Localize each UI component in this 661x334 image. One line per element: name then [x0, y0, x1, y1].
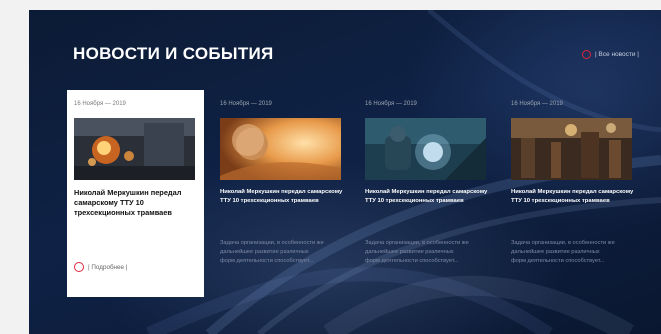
more-link[interactable]: | Подробнее |	[74, 262, 127, 272]
news-date: 16 Ноября — 2019	[220, 101, 272, 107]
news-image-welder	[365, 118, 486, 180]
news-headline[interactable]: Николай Меркушкин передал самарскому ТТУ…	[220, 188, 344, 206]
circle-icon	[581, 50, 591, 59]
news-date: 16 Ноября — 2019	[365, 101, 417, 107]
news-image-factory	[511, 118, 632, 180]
news-card-1[interactable]: 16 Ноября — 2019 Николай Меркушкин перед…	[67, 90, 204, 297]
news-headline[interactable]: Николай Меркушкин передал самарскому ТТУ…	[365, 188, 489, 206]
section-title: НОВОСТИ И СОБЫТИЯ	[73, 44, 274, 63]
news-excerpt: Задача организации, в особенности же дал…	[365, 240, 469, 265]
news-excerpt: Задача организации, в особенности же дал…	[220, 240, 324, 265]
news-excerpt: Задача организации, в особенности же дал…	[511, 240, 615, 265]
news-section: НОВОСТИ И СОБЫТИЯ | Все новости | 16 Ноя…	[29, 10, 661, 334]
news-headline[interactable]: Николай Меркушкин передал самарскому ТТУ…	[74, 188, 198, 218]
news-date: 16 Ноября — 2019	[511, 101, 563, 107]
all-news-link[interactable]: | Все новости |	[581, 50, 639, 59]
news-date: 16 Ноября — 2019	[74, 101, 126, 107]
news-image-planet	[220, 118, 341, 180]
news-image-sparks	[74, 118, 195, 180]
all-news-label: | Все новости |	[594, 51, 639, 58]
news-headline[interactable]: Николай Меркушкин передал самарскому ТТУ…	[511, 188, 635, 206]
more-label: | Подробнее |	[88, 263, 128, 271]
circle-icon	[74, 262, 84, 272]
